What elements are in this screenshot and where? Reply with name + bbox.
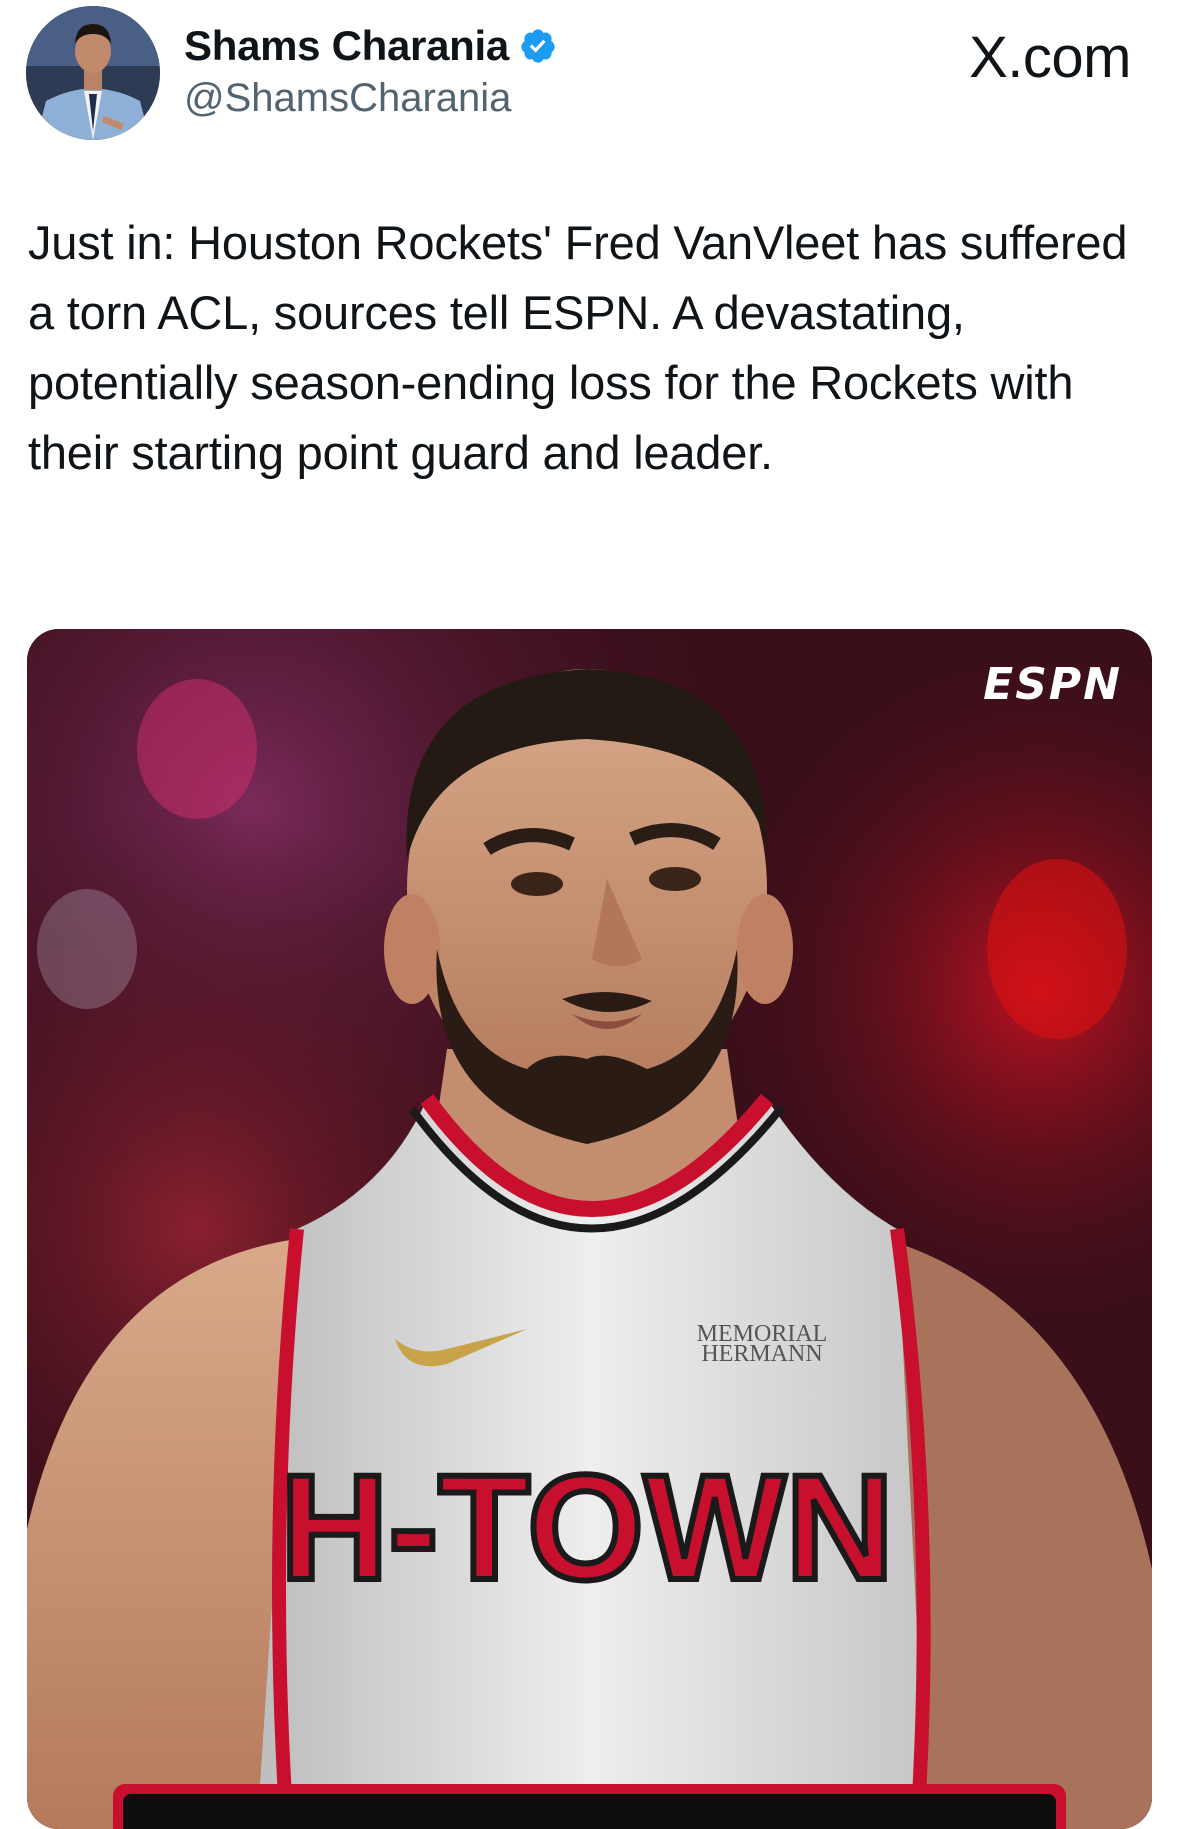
author-avatar[interactable]: [26, 6, 160, 140]
tweet-body: Just in: Houston Rockets' Fred VanVleet …: [28, 216, 1128, 479]
svg-text:HERMANN: HERMANN: [701, 1341, 822, 1367]
author-handle[interactable]: @ShamsCharania: [184, 76, 511, 121]
author-name-row[interactable]: Shams Charania: [184, 20, 557, 72]
avatar-portrait: [26, 6, 160, 140]
verified-badge-icon: [519, 27, 557, 65]
site-watermark: X.com: [969, 25, 1131, 90]
espn-logo: ESPN: [983, 659, 1122, 710]
author-name[interactable]: Shams Charania: [184, 22, 509, 70]
tweet-media-image[interactable]: MEMORIAL HERMANN H-TOWN ESPN: [27, 629, 1152, 1829]
tweet-header: Shams Charania @ShamsCharania X.com: [0, 0, 1179, 150]
jersey-wordmark: H-TOWN: [280, 1443, 894, 1611]
player-photo: MEMORIAL HERMANN H-TOWN: [27, 629, 1152, 1829]
